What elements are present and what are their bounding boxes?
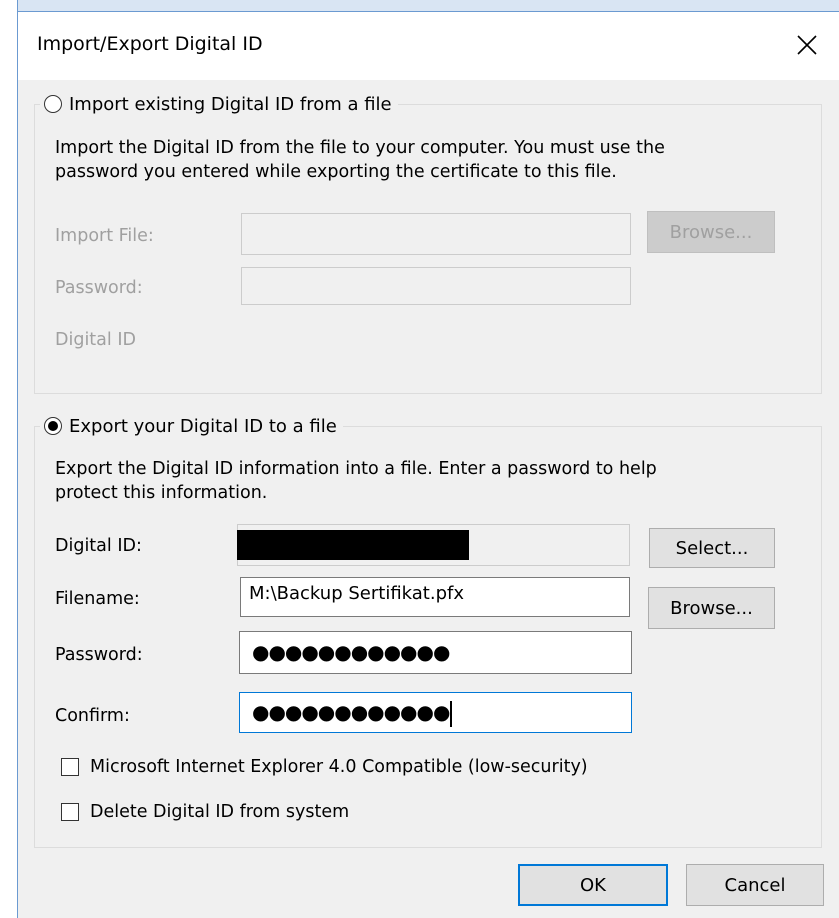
password-input[interactable]: ●●●●●●●●●●●● [239, 631, 632, 674]
select-button[interactable]: Select... [649, 528, 775, 568]
import-radio-label: Import existing Digital ID from a file [69, 93, 392, 115]
import-radio-option[interactable]: Import existing Digital ID from a file [40, 89, 398, 119]
import-file-label: Import File: [55, 226, 154, 246]
delete-id-checkbox[interactable] [61, 803, 79, 821]
import-radio[interactable] [44, 95, 62, 113]
import-digital-id-label: Digital ID [55, 330, 136, 350]
import-file-input[interactable] [241, 213, 631, 255]
cancel-button[interactable]: Cancel [686, 864, 824, 906]
export-radio-label: Export your Digital ID to a file [69, 415, 337, 437]
confirm-value: ●●●●●●●●●●●● [252, 700, 450, 724]
import-description: Import the Digital ID from the file to y… [55, 138, 665, 182]
password-label: Password: [55, 645, 143, 665]
import-password-input[interactable] [241, 267, 631, 305]
delete-id-label[interactable]: Delete Digital ID from system [90, 800, 349, 824]
export-browse-button[interactable]: Browse... [648, 587, 775, 629]
ie4-compatible-checkbox[interactable] [61, 758, 79, 776]
confirm-input[interactable]: ●●●●●●●●●●●● [239, 692, 632, 733]
import-browse-button[interactable]: Browse... [647, 211, 775, 253]
text-caret [450, 701, 453, 727]
confirm-label: Confirm: [55, 706, 130, 726]
close-button[interactable] [790, 28, 824, 62]
export-radio-option[interactable]: Export your Digital ID to a file [40, 411, 343, 441]
close-icon [797, 35, 817, 55]
redacted-digital-id [237, 530, 469, 560]
export-digital-id-label: Digital ID: [55, 536, 142, 556]
background-window-edge [0, 0, 18, 918]
dialog-title: Import/Export Digital ID [37, 33, 263, 55]
password-value: ●●●●●●●●●●●● [252, 640, 450, 664]
ok-button[interactable]: OK [518, 864, 668, 906]
ie4-compatible-label[interactable]: Microsoft Internet Explorer 4.0 Compatib… [90, 755, 588, 779]
filename-input[interactable]: M:\Backup Sertifikat.pfx [240, 577, 630, 617]
background-window-frame [0, 0, 839, 12]
import-password-label: Password: [55, 278, 143, 298]
export-radio[interactable] [44, 417, 62, 435]
export-description: Export the Digital ID information into a… [55, 459, 657, 503]
filename-label: Filename: [55, 589, 140, 609]
